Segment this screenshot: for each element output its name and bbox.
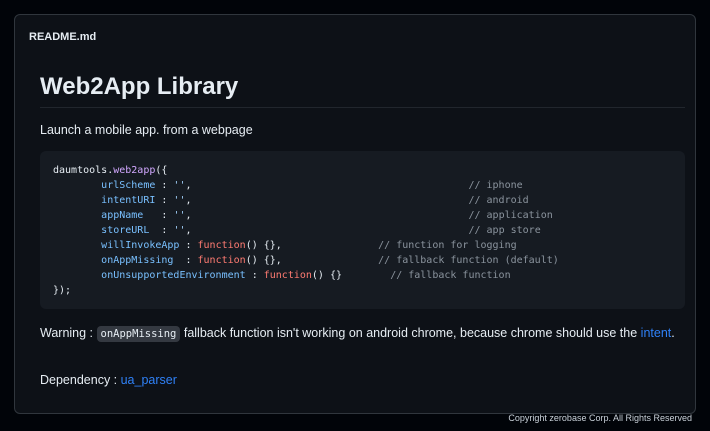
code-comment: // fallback function [390,270,511,281]
copyright-footer: Copyright zerobase Corp. All Rights Rese… [508,413,692,423]
code-object: daumtools [53,165,108,176]
readme-description: Launch a mobile app. from a webpage [40,123,253,137]
code-close: }); [53,285,72,296]
title-divider [40,107,685,108]
file-header: README.md [15,15,695,59]
code-key: urlScheme [101,180,156,191]
readme-title: Web2App Library [40,73,239,100]
code-block[interactable]: daumtools.web2app({ urlScheme : '', // i… [40,151,685,309]
file-name: README.md [29,31,97,43]
code-comment: // app store [468,225,541,236]
ua-parser-link[interactable]: ua_parser [121,373,177,387]
code-keyword: function [197,240,246,251]
code-key: onAppMissing [101,255,174,266]
dependency-label: Dependency : [40,373,121,387]
inline-code: onAppMissing [96,326,181,342]
readme-panel: README.md Web2App Library Launch a mobil… [14,14,696,414]
code-text: daumtools.web2app({ urlScheme : '', // i… [53,165,559,296]
code-key: storeURL [101,225,150,236]
code-key: appName [101,210,144,221]
code-string: '' [173,195,186,206]
code-string: '' [173,225,186,236]
code-key: onUnsupportedEnvironment [101,270,246,281]
code-comment: // android [468,195,529,206]
code-keyword: function [197,255,246,266]
dependency-paragraph: Dependency : ua_parser [40,373,177,387]
code-comment: // application [468,210,553,221]
code-string: '' [173,210,186,221]
warning-text: fallback function isn't working on andro… [180,326,641,340]
code-comment: // iphone [468,180,523,191]
code-method: web2app [113,165,156,176]
warning-paragraph: Warning : onAppMissing fallback function… [40,326,675,342]
intent-link[interactable]: intent [641,326,672,340]
code-key: willInvokeApp [101,240,180,251]
warning-label: Warning : [40,326,97,340]
code-key: intentURI [101,195,156,206]
code-comment: // function for logging [378,240,517,251]
code-string: '' [173,180,186,191]
code-keyword: function [263,270,312,281]
code-comment: // fallback function (default) [378,255,559,266]
